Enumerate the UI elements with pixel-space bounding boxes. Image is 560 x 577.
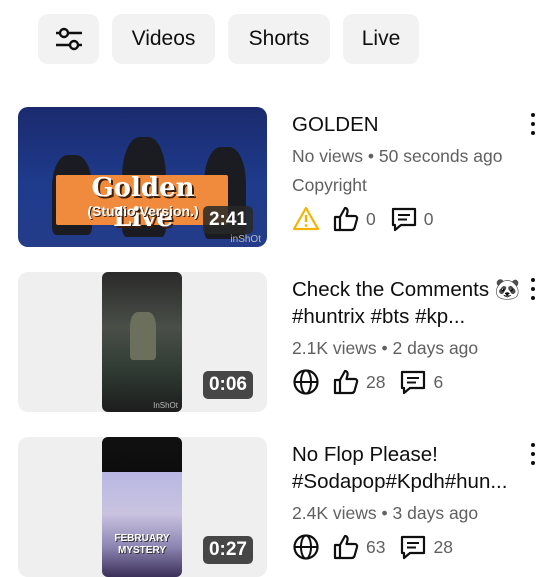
video-stats-line: 2.1K views • 2 days ago [292,338,532,359]
upload-age: 2 days ago [392,338,479,358]
separator-dot: • [367,146,375,166]
warning-icon [292,206,320,231]
like-count: 63 [366,536,386,557]
thumbs-up-icon [333,534,359,560]
view-count: 2.1K views [292,338,377,358]
separator-dot: • [381,503,388,523]
thumbnail-caption: FEBRUARY MYSTERY [114,533,170,556]
video-title[interactable]: No Flop Please! #Sodapop#Kpdh#hun... [292,441,532,495]
engagement-row: 0 0 [292,204,532,234]
comment-icon [401,370,426,395]
filter-button[interactable] [38,14,99,64]
video-thumbnail[interactable]: FEBRUARY MYSTERY 0:27 [18,437,267,577]
copyright-label[interactable]: Copyright [292,175,532,196]
video-meta: Check the Comments 🐼 #huntrix #bts #kp..… [292,276,532,397]
video-meta: No Flop Please! #Sodapop#Kpdh#hun... 2.4… [292,441,532,562]
upload-age: 50 seconds ago [378,146,503,166]
video-title[interactable]: GOLDEN [292,111,532,138]
video-row[interactable]: Golden Live (Studio Version.) inShOt 2:4… [18,107,560,247]
video-row[interactable]: InShOt 0:06 Check the Comments 🐼 #huntri… [18,272,560,412]
short-thumbnail-image: FEBRUARY MYSTERY [102,437,182,577]
comment-icon [401,535,426,560]
globe-icon [293,369,319,395]
engagement-row: 28 6 [292,367,532,397]
chip-shorts[interactable]: Shorts [228,14,330,64]
video-meta: GOLDEN No views • 50 seconds ago Copyrig… [292,111,532,234]
video-thumbnail[interactable]: InShOt 0:06 [18,272,267,412]
comment-count: 6 [433,371,444,392]
comment-icon [391,207,416,232]
short-thumbnail-image: InShOt [102,272,182,412]
thumbnail-watermark: InShOt [153,401,178,410]
engagement-row: 63 28 [292,532,532,562]
thumbnail-watermark: inShOt [230,234,261,245]
video-title[interactable]: Check the Comments 🐼 #huntrix #bts #kp..… [292,276,532,330]
view-count: No views [292,146,363,166]
more-options-button[interactable] [528,443,538,465]
duration-badge: 0:06 [202,371,253,399]
thumbnail-figure [130,312,156,360]
comment-count: 0 [423,208,434,229]
duration-badge: 2:41 [202,206,253,234]
sliders-icon [55,27,82,51]
filter-chip-bar: Videos Shorts Live [38,14,419,64]
globe-icon [293,534,319,560]
more-options-button[interactable] [528,113,538,135]
chip-videos[interactable]: Videos [112,14,215,64]
video-thumbnail[interactable]: Golden Live (Studio Version.) inShOt 2:4… [18,107,267,247]
more-options-button[interactable] [528,278,538,300]
chip-live[interactable]: Live [343,14,419,64]
separator-dot: • [381,338,388,358]
video-stats-line: No views • 50 seconds ago [292,146,532,167]
comment-count: 28 [433,536,453,557]
like-count: 28 [366,371,386,392]
video-stats-line: 2.4K views • 3 days ago [292,503,532,524]
upload-age: 3 days ago [392,503,479,523]
view-count: 2.4K views [292,503,377,523]
like-count: 0 [366,208,376,229]
thumbs-up-icon [333,206,359,232]
video-row[interactable]: FEBRUARY MYSTERY 0:27 No Flop Please! #S… [18,437,560,577]
thumbs-up-icon [333,369,359,395]
